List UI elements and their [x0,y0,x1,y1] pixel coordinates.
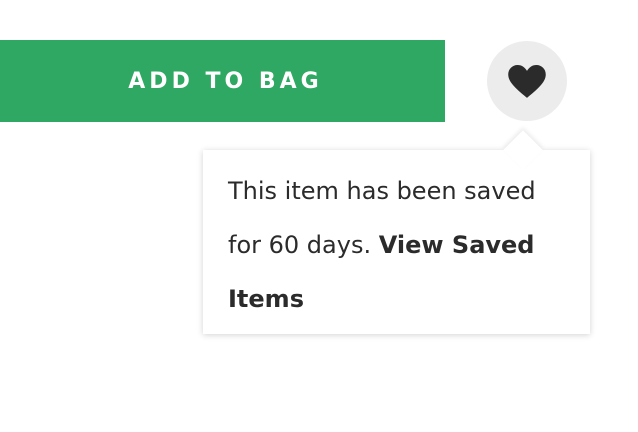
heart-icon [508,65,546,98]
tooltip-text: This item has been saved for 60 days. Vi… [228,164,570,326]
product-actions: ADD TO BAG This item has been saved for … [0,0,638,432]
add-to-bag-button[interactable]: ADD TO BAG [0,40,445,122]
saved-tooltip: This item has been saved for 60 days. Vi… [203,130,590,334]
save-item-button[interactable] [487,41,567,121]
